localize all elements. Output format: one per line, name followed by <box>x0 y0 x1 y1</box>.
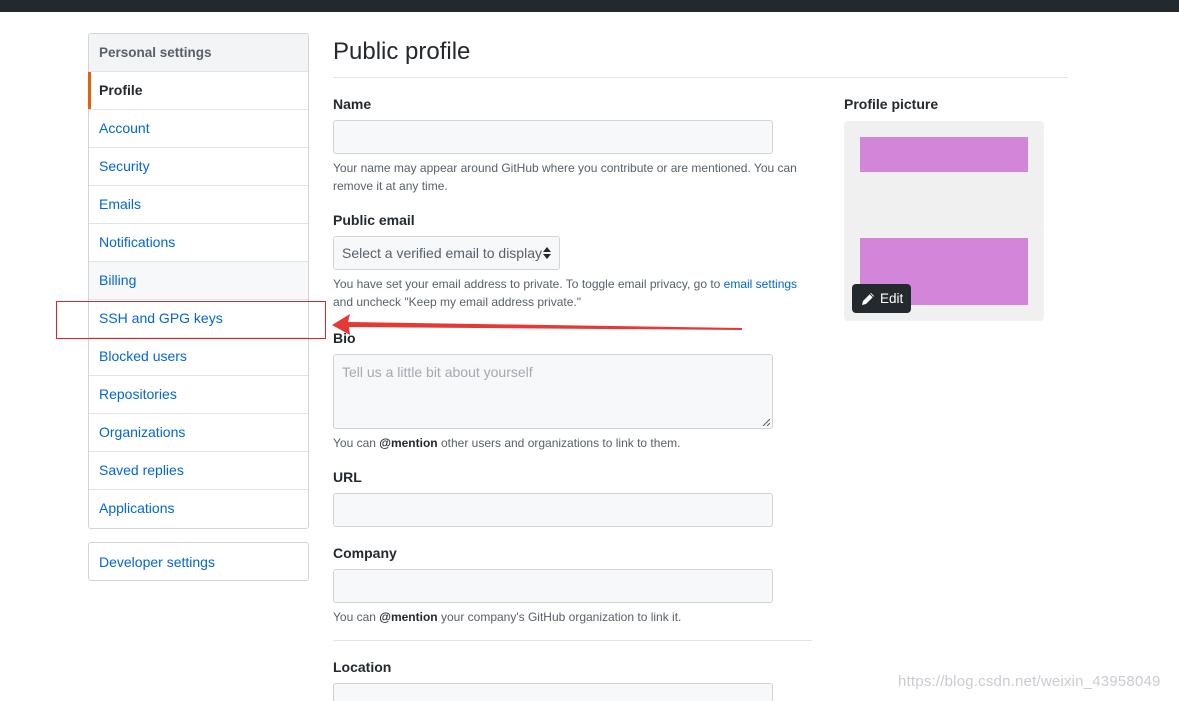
public-email-label: Public email <box>333 212 415 228</box>
bio-note: You can @mention other users and organiz… <box>333 436 681 450</box>
url-input[interactable] <box>333 493 773 527</box>
developer-settings-menu: Developer settings <box>88 542 309 581</box>
company-input[interactable] <box>333 569 773 603</box>
select-caret-icon <box>543 247 551 259</box>
watermark: https://blog.csdn.net/weixin_43958049 <box>898 673 1161 690</box>
section-divider <box>333 640 812 641</box>
sidebar-item-saved-replies[interactable]: Saved replies <box>89 452 308 490</box>
bio-placeholder: Tell us a little bit about yourself <box>342 364 533 380</box>
sidebar-item-developer-settings[interactable]: Developer settings <box>89 543 308 580</box>
profile-picture: Edit <box>844 121 1044 321</box>
top-bar <box>0 0 1179 12</box>
sidebar-item-billing[interactable]: Billing <box>89 262 308 300</box>
name-label: Name <box>333 96 372 112</box>
avatar-redaction-top <box>860 137 1028 172</box>
url-label: URL <box>333 469 362 485</box>
sidebar-item-applications[interactable]: Applications <box>89 490 308 528</box>
sidebar-item-emails[interactable]: Emails <box>89 186 308 224</box>
location-input[interactable] <box>333 683 773 701</box>
sidebar-item-profile[interactable]: Profile <box>88 72 308 110</box>
annotation-arrow-icon <box>332 314 742 335</box>
sidebar-item-organizations[interactable]: Organizations <box>89 414 308 452</box>
company-label: Company <box>333 545 397 561</box>
email-settings-link[interactable]: email settings <box>724 277 797 291</box>
name-note: Your name may appear around GitHub where… <box>333 161 797 193</box>
sidebar-item-blocked-users[interactable]: Blocked users <box>89 338 308 376</box>
pencil-icon <box>862 292 874 305</box>
sidebar-item-account[interactable]: Account <box>89 110 308 148</box>
bio-textarea[interactable]: Tell us a little bit about yourself <box>333 354 773 429</box>
resize-handle-icon[interactable] <box>762 418 770 426</box>
company-note: You can @mention your company's GitHub o… <box>333 610 682 624</box>
sidebar-item-security[interactable]: Security <box>89 148 308 186</box>
annotation-highlight-box <box>56 301 326 339</box>
sidebar-heading: Personal settings <box>89 34 308 72</box>
name-input[interactable] <box>333 120 773 154</box>
public-email-select[interactable]: Select a verified email to display <box>333 236 560 270</box>
public-email-selected-value: Select a verified email to display <box>342 245 542 261</box>
settings-sidebar: Personal settings Profile Account Securi… <box>88 33 309 529</box>
page-title: Public profile <box>333 38 471 65</box>
title-divider <box>333 77 1068 78</box>
edit-profile-picture-button[interactable]: Edit <box>852 284 912 313</box>
location-label: Location <box>333 659 392 675</box>
profile-picture-label: Profile picture <box>844 96 939 112</box>
public-email-note: You have set your email address to priva… <box>333 277 798 309</box>
sidebar-item-notifications[interactable]: Notifications <box>89 224 308 262</box>
sidebar-item-repositories[interactable]: Repositories <box>89 376 308 414</box>
edit-button-label: Edit <box>880 291 904 306</box>
